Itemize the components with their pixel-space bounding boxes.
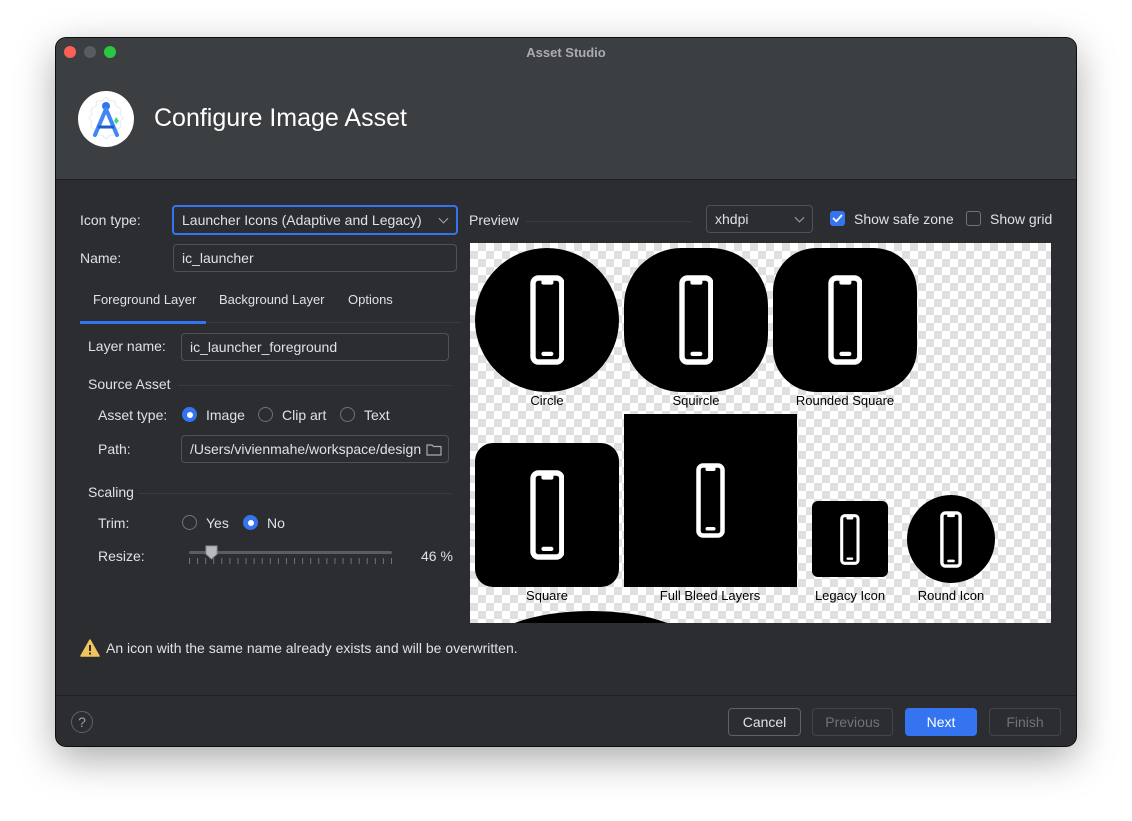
circle-icon-preview xyxy=(475,248,619,392)
layer-name-label: Layer name: xyxy=(88,338,166,354)
trim-label: Trim: xyxy=(98,515,130,531)
asset-studio-window: Asset Studio Configure Image Asset Icon … xyxy=(56,38,1076,746)
path-input[interactable]: /Users/vivienmahe/workspace/design xyxy=(181,435,449,463)
show-safe-zone-checkbox[interactable] xyxy=(830,211,845,226)
zoom-window-button[interactable] xyxy=(104,46,116,58)
round-icon-preview xyxy=(907,495,995,583)
asset-type-text-label[interactable]: Text xyxy=(364,407,390,423)
rounded-square-caption: Rounded Square xyxy=(795,393,895,408)
resize-slider-thumb[interactable] xyxy=(205,545,218,560)
icon-type-label: Icon type: xyxy=(80,212,141,228)
next-button[interactable]: Next xyxy=(905,708,977,736)
asset-type-image-label[interactable]: Image xyxy=(206,407,245,423)
rounded-square-icon-preview xyxy=(773,248,917,392)
resize-slider-ticks xyxy=(189,558,392,564)
asset-type-clip-art-label[interactable]: Clip art xyxy=(282,407,326,423)
warning-message: An icon with the same name already exist… xyxy=(106,640,518,656)
squircle-icon-preview xyxy=(624,248,768,392)
title-bar: Asset Studio xyxy=(56,38,1076,66)
section-divider xyxy=(138,493,451,494)
smartphone-icon xyxy=(940,510,962,568)
previous-button[interactable]: Previous xyxy=(812,708,893,736)
resize-label: Resize: xyxy=(98,548,145,564)
path-value: /Users/vivienmahe/workspace/design xyxy=(190,441,422,457)
density-dropdown[interactable]: xhdpi xyxy=(706,205,813,233)
cancel-button[interactable]: Cancel xyxy=(728,708,801,736)
scaling-section-title: Scaling xyxy=(88,484,134,500)
asset-type-label: Asset type: xyxy=(98,407,168,423)
layer-name-input[interactable]: ic_launcher_foreground xyxy=(181,333,449,361)
path-label: Path: xyxy=(98,441,131,457)
smartphone-icon xyxy=(840,513,860,565)
asset-type-image-radio[interactable] xyxy=(182,407,197,422)
round-caption: Round Icon xyxy=(917,588,985,603)
close-window-button[interactable] xyxy=(64,46,76,58)
trim-no-radio[interactable] xyxy=(243,515,258,530)
tab-options[interactable]: Options xyxy=(348,292,393,307)
asset-type-text-radio[interactable] xyxy=(340,407,355,422)
smartphone-icon xyxy=(678,275,714,365)
selected-tab-indicator xyxy=(80,321,206,324)
footer-divider xyxy=(56,695,1076,696)
name-input[interactable]: ic_launcher xyxy=(173,244,457,272)
smartphone-icon xyxy=(529,275,565,365)
icon-type-value: Launcher Icons (Adaptive and Legacy) xyxy=(182,212,422,228)
full-bleed-layers-icon-preview xyxy=(624,414,797,587)
help-button[interactable]: ? xyxy=(71,711,93,733)
checkmark-icon xyxy=(832,214,843,223)
resize-slider-track[interactable] xyxy=(189,551,392,554)
folder-icon[interactable] xyxy=(426,443,442,456)
tab-foreground-layer[interactable]: Foreground Layer xyxy=(93,292,196,307)
window-title: Asset Studio xyxy=(526,44,606,60)
resize-value: 46 % xyxy=(421,548,453,564)
chevron-down-icon xyxy=(438,213,449,224)
name-label: Name: xyxy=(80,250,122,266)
minimize-window-button[interactable] xyxy=(84,46,96,58)
wizard-header: Configure Image Asset xyxy=(56,66,1076,180)
legacy-icon-preview xyxy=(812,501,888,577)
smartphone-icon xyxy=(696,463,725,538)
android-studio-asset-logo-icon xyxy=(78,91,134,147)
square-icon-preview xyxy=(475,443,619,587)
legacy-caption: Legacy Icon xyxy=(814,588,886,603)
icon-type-dropdown[interactable]: Launcher Icons (Adaptive and Legacy) xyxy=(172,205,458,235)
source-asset-section-title: Source Asset xyxy=(88,376,171,392)
partially-visible-icon-preview xyxy=(484,611,698,623)
tab-background-layer[interactable]: Background Layer xyxy=(219,292,325,307)
preview-canvas: Circle Squircle Rounded Square Square Fu… xyxy=(470,243,1051,623)
circle-caption: Circle xyxy=(530,393,564,408)
squircle-caption: Squircle xyxy=(672,393,720,408)
show-grid-checkbox[interactable] xyxy=(966,211,981,226)
trim-yes-label[interactable]: Yes xyxy=(206,515,229,531)
trim-no-label[interactable]: No xyxy=(267,515,285,531)
warning-icon xyxy=(80,639,100,657)
preview-label: Preview xyxy=(469,212,519,228)
smartphone-icon xyxy=(529,470,565,560)
section-divider xyxy=(526,221,692,222)
section-divider xyxy=(178,385,451,386)
asset-type-clip-art-radio[interactable] xyxy=(258,407,273,422)
show-safe-zone-label[interactable]: Show safe zone xyxy=(854,211,954,227)
smartphone-icon xyxy=(827,275,863,365)
page-title: Configure Image Asset xyxy=(154,104,407,132)
square-caption: Square xyxy=(526,588,568,603)
trim-yes-radio[interactable] xyxy=(182,515,197,530)
full-bleed-caption: Full Bleed Layers xyxy=(659,588,761,603)
show-grid-label[interactable]: Show grid xyxy=(990,211,1052,227)
finish-button[interactable]: Finish xyxy=(989,708,1061,736)
chevron-down-icon xyxy=(794,212,805,223)
density-value: xhdpi xyxy=(715,211,749,227)
